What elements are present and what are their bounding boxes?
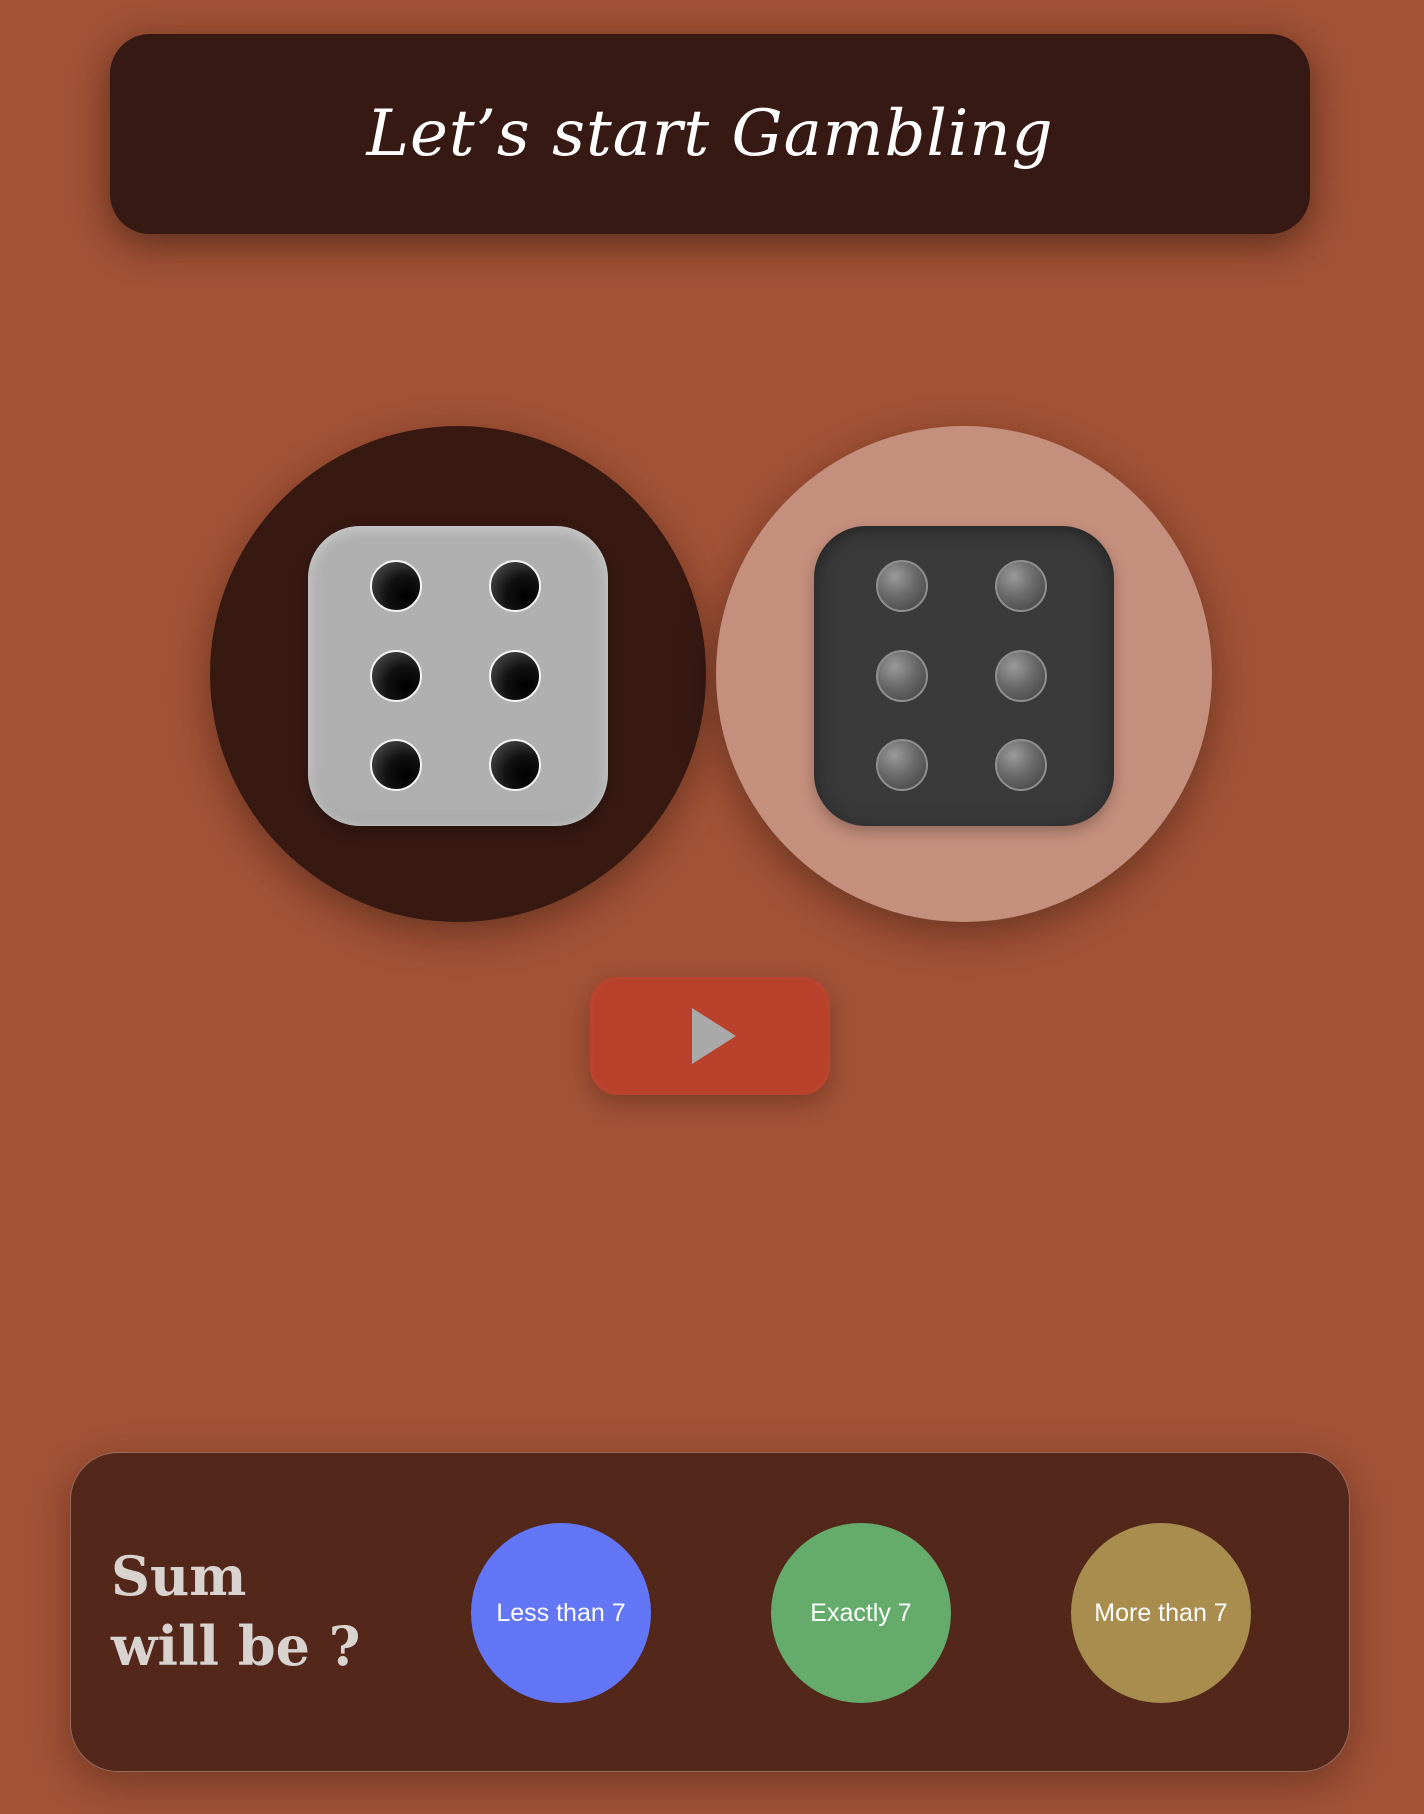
play-icon xyxy=(692,1008,736,1064)
die-pip xyxy=(370,739,422,791)
bet-panel: Sum will be ? Less than 7 Exactly 7 More… xyxy=(70,1452,1350,1772)
die-pip xyxy=(995,739,1047,791)
die-pip xyxy=(876,650,928,702)
die-pip xyxy=(489,739,541,791)
bet-more-than-7-button[interactable]: More than 7 xyxy=(1071,1523,1251,1703)
bet-exactly-7-button[interactable]: Exactly 7 xyxy=(771,1523,951,1703)
die-pip xyxy=(876,560,928,612)
bet-question: Sum will be ? xyxy=(111,1544,361,1678)
die-pip xyxy=(995,560,1047,612)
page-title: Let’s start Gambling xyxy=(366,97,1054,171)
die-1-disc[interactable] xyxy=(210,426,706,922)
die-pip xyxy=(876,739,928,791)
roll-dice-button[interactable] xyxy=(590,977,830,1095)
die-pip xyxy=(995,650,1047,702)
header-banner: Let’s start Gambling xyxy=(110,34,1310,234)
die-pip xyxy=(489,650,541,702)
die-2[interactable] xyxy=(814,526,1114,826)
die-pip xyxy=(489,560,541,612)
die-1[interactable] xyxy=(308,526,608,826)
bet-less-than-7-button[interactable]: Less than 7 xyxy=(471,1523,651,1703)
die-2-disc[interactable] xyxy=(716,426,1212,922)
die-pip xyxy=(370,650,422,702)
die-pip xyxy=(370,560,422,612)
